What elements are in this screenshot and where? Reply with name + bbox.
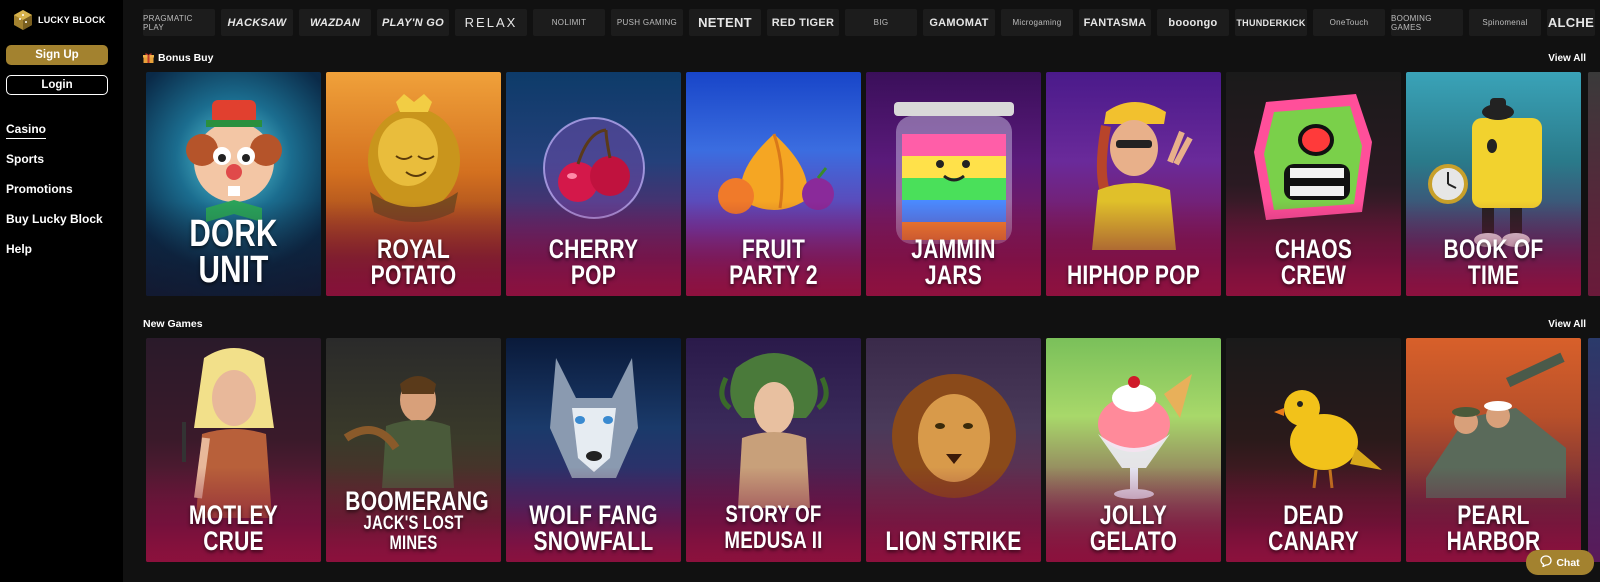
provider-logo[interactable]: BOOMING GAMES — [1391, 9, 1463, 36]
game-title: MOTLEY CRUE — [188, 500, 279, 556]
game-card-royal-potato[interactable]: ROYAL POTATO — [326, 72, 501, 296]
game-card-boomerang[interactable]: BOOMERANG JACK'S LOST MINES — [326, 338, 501, 562]
provider-logo[interactable]: WAZDAN — [299, 9, 371, 36]
nav-item-help[interactable]: Help — [6, 240, 103, 270]
game-title: LION STRIKE — [885, 526, 1022, 556]
provider-logo[interactable]: NOLIMIT — [533, 9, 605, 36]
provider-strip: PRAGMATIC PLAY HACKSAW WAZDAN PLAY'N GO … — [143, 9, 1600, 36]
provider-logo[interactable]: Spinomenal — [1469, 9, 1541, 36]
bonus-buy-header: Bonus Buy View All — [143, 52, 1586, 64]
provider-logo[interactable]: booongo — [1157, 9, 1229, 36]
game-card-chaos-crew[interactable]: CHAOS CREW — [1226, 72, 1401, 296]
view-all-bonus-buy-link[interactable]: View All — [1548, 53, 1586, 64]
game-title: BOOMERANG JACK'S LOST MINES — [345, 486, 489, 554]
next-game-card-peek[interactable] — [1588, 338, 1600, 562]
game-subtitle: JACK'S LOST MINES — [363, 513, 464, 554]
game-card-motley-crue[interactable]: MOTLEY CRUE — [146, 338, 321, 562]
provider-logo[interactable]: OneTouch — [1313, 9, 1385, 36]
game-card-jolly-gelato[interactable]: JOLLY GELATO — [1046, 338, 1221, 562]
game-card-dork-unit[interactable]: DORK UNIT — [146, 72, 321, 296]
chat-button[interactable]: Chat — [1526, 550, 1594, 575]
provider-logo[interactable]: RELAX — [455, 9, 527, 36]
game-title: ROYAL POTATO — [370, 234, 457, 290]
game-title: JOLLY GELATO — [1089, 500, 1178, 556]
provider-logo[interactable]: HACKSAW — [221, 9, 293, 36]
sign-up-button[interactable]: Sign Up — [6, 45, 108, 65]
nav-item-promotions[interactable]: Promotions — [6, 180, 103, 210]
game-card-jammin-jars[interactable]: JAMMIN JARS — [866, 72, 1041, 296]
game-card-fruit-party-2[interactable]: FRUIT PARTY 2 — [686, 72, 861, 296]
lucky-block-logo-icon — [12, 9, 34, 31]
bonus-buy-row: DORK UNIT ROYAL POTATO CHERRY POP FRUIT … — [146, 72, 1581, 296]
login-button[interactable]: Login — [6, 75, 108, 95]
game-card-book-of-time[interactable]: BOOK OF TIME — [1406, 72, 1581, 296]
game-title: DORK UNIT — [189, 213, 278, 291]
provider-logo[interactable]: PUSH GAMING — [611, 9, 683, 36]
provider-logo[interactable]: THUNDERKICK — [1235, 9, 1307, 36]
game-title: FRUIT PARTY 2 — [729, 234, 818, 290]
game-card-cherry-pop[interactable]: CHERRY POP — [506, 72, 681, 296]
game-title: CHERRY POP — [548, 234, 639, 290]
brand-name: LUCKY BLOCK — [38, 15, 106, 25]
game-card-dead-canary[interactable]: DEAD CANARY — [1226, 338, 1401, 562]
nav-item-buy-lucky-block[interactable]: Buy Lucky Block — [6, 210, 103, 240]
game-title: CHAOS CREW — [1274, 234, 1353, 290]
game-card-pearl-harbor[interactable]: PEARL HARBOR — [1406, 338, 1581, 562]
game-title: WOLF FANG SNOWFALL — [529, 500, 658, 556]
game-title: HIPHOP POP — [1066, 260, 1201, 290]
provider-logo[interactable]: GAMOMAT — [923, 9, 995, 36]
provider-logo[interactable]: PRAGMATIC PLAY — [143, 9, 215, 36]
section-title: Bonus Buy — [143, 52, 213, 64]
game-card-hiphop-pop[interactable]: HIPHOP POP — [1046, 72, 1221, 296]
game-title: STORY OF MEDUSA II — [724, 501, 823, 554]
new-games-header: New Games View All — [143, 318, 1586, 330]
provider-logo[interactable]: Microgaming — [1001, 9, 1073, 36]
game-title: PEARL HARBOR — [1446, 500, 1541, 556]
main-nav: Casino Sports Promotions Buy Lucky Block… — [6, 120, 103, 270]
view-all-new-games-link[interactable]: View All — [1548, 319, 1586, 330]
section-title: New Games — [143, 318, 203, 330]
gift-icon — [143, 53, 154, 63]
provider-logo[interactable]: RED TIGER — [767, 9, 839, 36]
game-title: DEAD CANARY — [1268, 500, 1359, 556]
new-games-row: MOTLEY CRUE BOOMERANG JACK'S LOST MINES … — [146, 338, 1581, 562]
game-card-wolf-fang-snowfall[interactable]: WOLF FANG SNOWFALL — [506, 338, 681, 562]
game-card-lion-strike[interactable]: LION STRIKE — [866, 338, 1041, 562]
game-title: JAMMIN JARS — [911, 234, 996, 290]
brand-logo[interactable]: LUCKY BLOCK — [12, 9, 106, 31]
provider-logo[interactable]: PLAY'N GO — [377, 9, 449, 36]
chat-bubble-icon — [1540, 555, 1552, 570]
nav-item-casino[interactable]: Casino — [6, 120, 103, 150]
provider-logo[interactable]: BIG — [845, 9, 917, 36]
provider-logo[interactable]: NETENT — [689, 9, 761, 36]
next-game-card-peek[interactable] — [1588, 72, 1600, 296]
game-card-story-of-medusa-ii[interactable]: STORY OF MEDUSA II — [686, 338, 861, 562]
sidebar: LUCKY BLOCK Sign Up Login Casino Sports … — [0, 0, 123, 582]
game-title: BOOK OF TIME — [1443, 234, 1544, 290]
provider-logo[interactable]: ALCHE — [1547, 9, 1595, 36]
provider-logo[interactable]: FANTASMA — [1079, 9, 1151, 36]
nav-item-sports[interactable]: Sports — [6, 150, 103, 180]
